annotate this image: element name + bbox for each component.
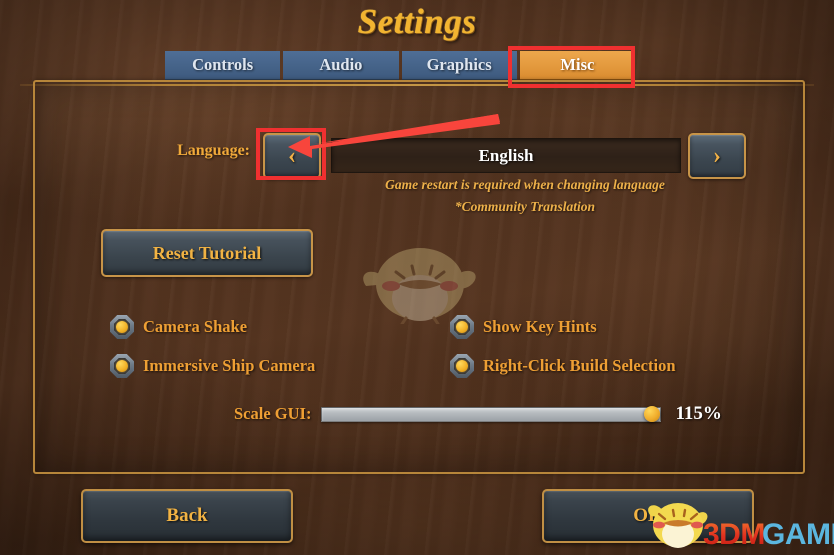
tab-audio[interactable]: Audio — [283, 51, 399, 82]
settings-screen: Settings Controls Audio Graphics Misc La… — [0, 0, 834, 555]
back-button[interactable]: Back — [81, 489, 293, 543]
language-label: Language: — [177, 142, 250, 159]
watermark-3dmgame: 3DM GAME — [645, 498, 834, 555]
scale-gui-row: Scale GUI: 115% — [234, 403, 722, 425]
option-label-show-key-hints: Show Key Hints — [483, 317, 597, 336]
tab-graphics[interactable]: Graphics — [401, 51, 517, 82]
language-next-button[interactable]: › — [688, 133, 746, 179]
scale-gui-slider-knob[interactable] — [644, 405, 661, 422]
svg-text:GAME: GAME — [762, 518, 834, 551]
language-restart-note: Game restart is required when changing l… — [385, 177, 665, 192]
option-label-immersive-ship-camera: Immersive Ship Camera — [143, 356, 316, 375]
tab-misc[interactable]: Misc — [519, 51, 635, 82]
checkbox-camera-shake-icon[interactable] — [110, 315, 134, 339]
option-immersive-ship-camera[interactable]: Immersive Ship Camera — [110, 354, 315, 378]
checkbox-right-click-build-selection-icon[interactable] — [450, 354, 474, 378]
option-right-click-build-selection[interactable]: Right-Click Build Selection — [450, 354, 676, 378]
annotation-pointer-arrow-icon — [270, 110, 500, 160]
settings-tab-bar: Controls Audio Graphics Misc — [165, 51, 635, 82]
page-title: Settings — [357, 2, 477, 41]
option-show-key-hints[interactable]: Show Key Hints — [450, 315, 597, 339]
scale-gui-value: 115% — [675, 403, 722, 424]
chick-mascot-watermark-icon — [358, 228, 482, 326]
tab-controls[interactable]: Controls — [165, 51, 281, 82]
checkbox-immersive-ship-camera-icon[interactable] — [110, 354, 134, 378]
option-label-right-click-build-selection: Right-Click Build Selection — [483, 356, 676, 375]
checkbox-show-key-hints-icon[interactable] — [450, 315, 474, 339]
option-camera-shake[interactable]: Camera Shake — [110, 315, 247, 339]
scale-gui-label: Scale GUI: — [234, 404, 312, 423]
chevron-right-icon: › — [713, 143, 721, 169]
svg-text:3DM: 3DM — [703, 518, 765, 551]
language-community-note: *Community Translation — [454, 199, 596, 214]
chick-mascot-icon — [648, 503, 708, 548]
scale-gui-slider[interactable] — [321, 405, 662, 422]
option-label-camera-shake: Camera Shake — [143, 317, 248, 336]
reset-tutorial-button[interactable]: Reset Tutorial — [101, 229, 313, 277]
